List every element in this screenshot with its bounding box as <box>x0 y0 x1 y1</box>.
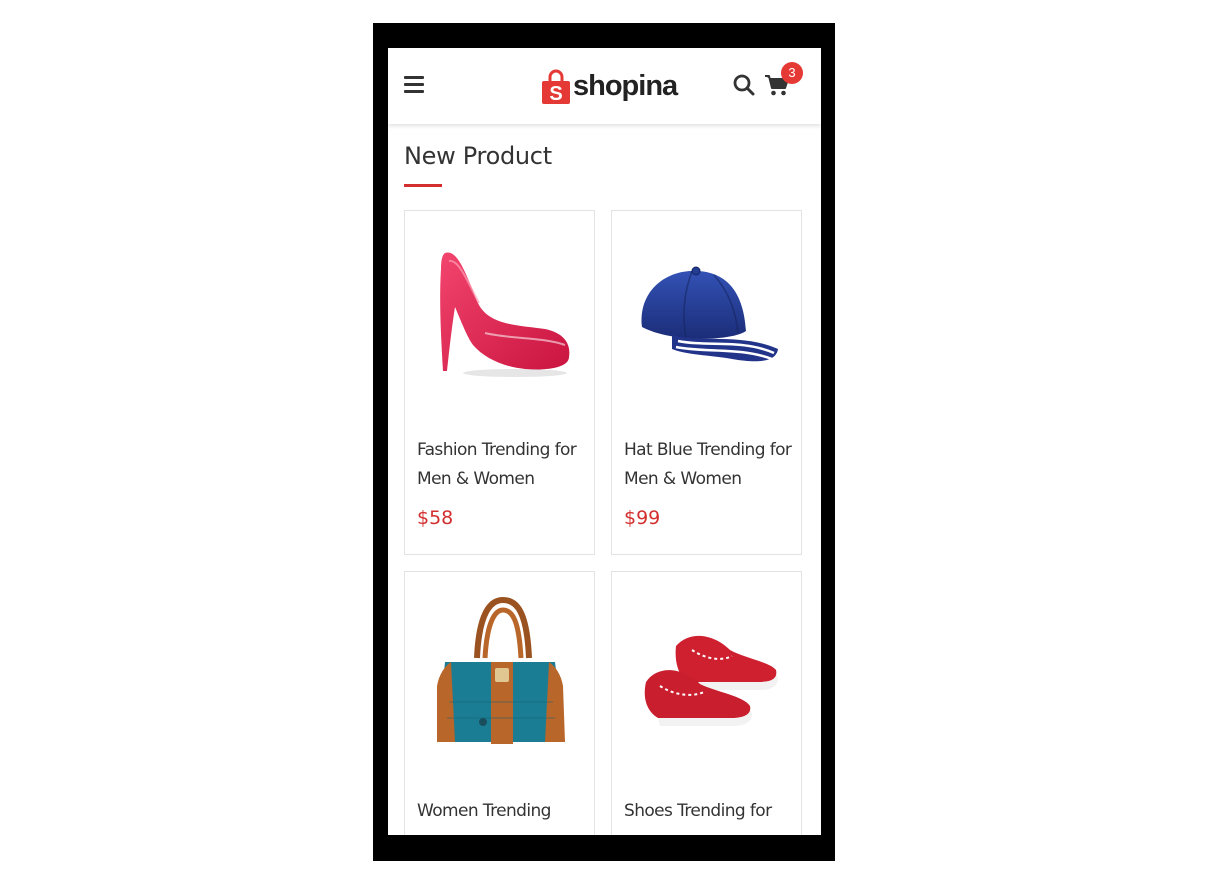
product-card[interactable]: Hat Blue Trending for Men & Women $99 <box>611 210 802 555</box>
svg-text:S: S <box>549 83 562 105</box>
red-boat-shoes-image <box>644 635 778 726</box>
product-name[interactable]: Fashion Trending for Men & Women <box>417 436 585 494</box>
logo-text: shopina <box>573 70 678 102</box>
product-price: $58 <box>417 507 454 529</box>
blue-cap-image <box>641 266 778 362</box>
app-header: S shopina 3 <box>388 48 821 124</box>
product-image[interactable] <box>612 211 801 421</box>
title-underline <box>404 184 442 187</box>
shopping-bag-logo-icon: S <box>541 69 571 105</box>
section-title: New Product <box>404 142 552 170</box>
menu-icon[interactable] <box>404 76 424 94</box>
phone-frame: S shopina 3 New Product Fashion Trending… <box>373 23 835 861</box>
product-card[interactable]: Shoes Trending for <box>611 571 802 835</box>
product-card[interactable]: Fashion Trending for Men & Women $58 <box>404 210 595 555</box>
product-name[interactable]: Hat Blue Trending for Men & Women <box>624 436 792 494</box>
product-image[interactable] <box>405 572 594 782</box>
product-name[interactable]: Women Trending <box>417 797 585 826</box>
red-high-heel-image <box>439 252 569 377</box>
teal-handbag-image <box>436 596 565 744</box>
product-name[interactable]: Shoes Trending for <box>624 797 792 826</box>
search-icon[interactable] <box>732 73 756 97</box>
product-image[interactable] <box>612 572 801 782</box>
cart-count-badge: 3 <box>781 62 803 84</box>
app-screen: S shopina 3 New Product Fashion Trending… <box>388 48 821 835</box>
product-price: $99 <box>624 507 661 529</box>
product-card[interactable]: Women Trending <box>404 571 595 835</box>
logo[interactable]: S shopina <box>541 61 678 105</box>
product-image[interactable] <box>405 211 594 421</box>
